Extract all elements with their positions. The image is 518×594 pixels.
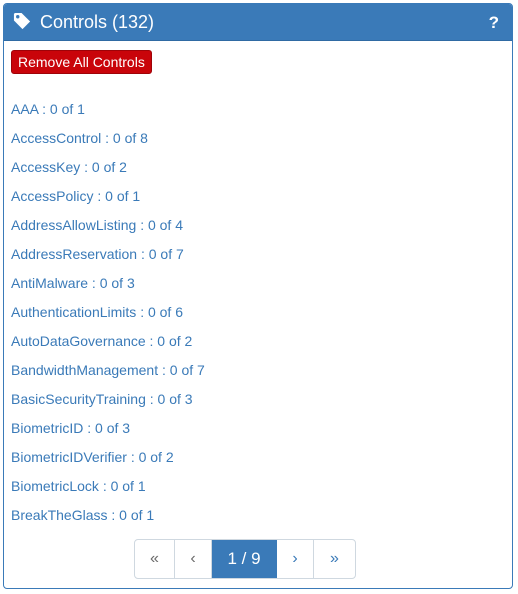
control-list-item: AddressReservation : 0 of 7 bbox=[11, 244, 205, 273]
control-list-item: BreakTheGlass : 0 of 1 bbox=[11, 505, 205, 534]
control-link[interactable]: BandwidthManagement bbox=[11, 362, 158, 378]
pagination: « ‹ 1 / 9 › » bbox=[134, 539, 356, 579]
control-status: : 0 of 3 bbox=[91, 275, 135, 291]
control-status: : 0 of 7 bbox=[140, 246, 184, 262]
control-link[interactable]: BiometricID bbox=[11, 420, 83, 436]
control-status: : 0 of 2 bbox=[84, 159, 127, 175]
control-list-item: BandwidthManagement : 0 of 7 bbox=[11, 360, 205, 389]
last-page-button[interactable]: » bbox=[314, 540, 355, 578]
controls-panel: Controls (132) ? Remove All Controls AAA… bbox=[3, 3, 513, 589]
control-status: : 0 of 3 bbox=[87, 420, 131, 436]
control-status: : 0 of 6 bbox=[140, 304, 183, 320]
control-link[interactable]: AddressReservation bbox=[11, 246, 137, 262]
help-icon[interactable]: ? bbox=[489, 13, 499, 33]
panel-header: Controls (132) ? bbox=[4, 4, 512, 41]
remove-all-controls-button[interactable]: Remove All Controls bbox=[11, 50, 152, 74]
control-list-item: AntiMalware : 0 of 3 bbox=[11, 273, 205, 302]
control-link[interactable]: BreakTheGlass bbox=[11, 507, 107, 523]
control-list-item: BiometricID : 0 of 3 bbox=[11, 418, 205, 447]
control-link[interactable]: AutoDataGovernance bbox=[11, 333, 146, 349]
control-status: : 0 of 3 bbox=[149, 391, 193, 407]
control-list-item: BiometricIDVerifier : 0 of 2 bbox=[11, 447, 205, 476]
control-link[interactable]: AccessPolicy bbox=[11, 188, 93, 204]
control-list-item: AuthenticationLimits : 0 of 6 bbox=[11, 302, 205, 331]
control-list-item: AddressAllowListing : 0 of 4 bbox=[11, 215, 205, 244]
control-list-item: BasicSecurityTraining : 0 of 3 bbox=[11, 389, 205, 418]
control-status: : 0 of 4 bbox=[140, 217, 183, 233]
control-status: : 0 of 1 bbox=[42, 101, 85, 117]
control-status: : 0 of 1 bbox=[102, 478, 146, 494]
control-link[interactable]: BasicSecurityTraining bbox=[11, 391, 146, 407]
control-status: : 0 of 2 bbox=[149, 333, 193, 349]
control-link[interactable]: AddressAllowListing bbox=[11, 217, 136, 233]
control-list-item: AAA : 0 of 1 bbox=[11, 99, 205, 128]
panel-title: Controls (132) bbox=[40, 12, 155, 32]
current-page-indicator: 1 / 9 bbox=[212, 540, 277, 578]
control-link[interactable]: AccessControl bbox=[11, 130, 101, 146]
control-link[interactable]: BiometricIDVerifier bbox=[11, 449, 127, 465]
control-link[interactable]: AntiMalware bbox=[11, 275, 88, 291]
control-link[interactable]: BiometricLock bbox=[11, 478, 99, 494]
control-link[interactable]: AuthenticationLimits bbox=[11, 304, 136, 320]
control-list: AAA : 0 of 1 AccessControl : 0 of 8 Access… bbox=[11, 99, 205, 534]
control-list-item: AccessKey : 0 of 2 bbox=[11, 157, 205, 186]
control-list-item: AccessControl : 0 of 8 bbox=[11, 128, 205, 157]
previous-page-button[interactable]: ‹ bbox=[175, 540, 212, 578]
control-list-item: AccessPolicy : 0 of 1 bbox=[11, 186, 205, 215]
control-status: : 0 of 2 bbox=[130, 449, 174, 465]
control-link[interactable]: AAA bbox=[11, 101, 38, 117]
control-status: : 0 of 1 bbox=[97, 188, 141, 204]
control-list-item: BiometricLock : 0 of 1 bbox=[11, 476, 205, 505]
control-list-item: AutoDataGovernance : 0 of 2 bbox=[11, 331, 205, 360]
control-link[interactable]: AccessKey bbox=[11, 159, 80, 175]
control-status: : 0 of 8 bbox=[105, 130, 148, 146]
next-page-button[interactable]: › bbox=[277, 540, 314, 578]
first-page-button[interactable]: « bbox=[135, 540, 175, 578]
tag-icon bbox=[13, 12, 31, 30]
control-status: : 0 of 1 bbox=[111, 507, 155, 523]
control-status: : 0 of 7 bbox=[162, 362, 205, 378]
